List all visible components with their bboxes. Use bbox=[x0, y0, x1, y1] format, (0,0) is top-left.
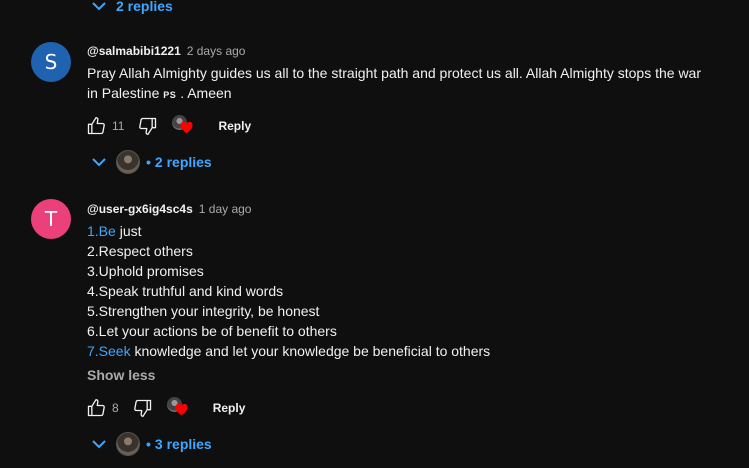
reply-button[interactable]: Reply bbox=[213, 401, 246, 415]
like-button[interactable] bbox=[84, 396, 108, 420]
creator-reply-avatar bbox=[116, 432, 140, 456]
comment-timestamp[interactable]: 2 days ago bbox=[187, 44, 246, 58]
dislike-icon bbox=[139, 117, 157, 135]
comment-line: in Palestine PS . Ameen bbox=[87, 85, 232, 101]
list-item: 6.Let your actions be of benefit to othe… bbox=[87, 323, 337, 339]
replies-toggle-top[interactable]: 2 replies bbox=[92, 0, 173, 14]
dislike-icon bbox=[133, 399, 151, 417]
separator-dot: • bbox=[146, 436, 151, 452]
comment-author[interactable]: @user-gx6ig4sc4s bbox=[87, 202, 193, 216]
comment-actions: 11 Reply bbox=[84, 114, 251, 138]
comment-text: Pray Allah Almighty guides us all to the… bbox=[87, 63, 701, 105]
dislike-button[interactable] bbox=[136, 114, 160, 138]
list-item: 3.Uphold promises bbox=[87, 263, 204, 279]
dislike-button[interactable] bbox=[131, 396, 155, 420]
like-count: 8 bbox=[112, 401, 119, 415]
like-icon bbox=[87, 117, 105, 135]
hashtag-link[interactable]: 7.Seek bbox=[87, 343, 131, 359]
like-icon bbox=[87, 399, 105, 417]
replies-count-label: 2 replies bbox=[154, 154, 212, 170]
chevron-down-icon bbox=[92, 440, 106, 449]
list-item: 4.Speak truthful and kind words bbox=[87, 283, 284, 299]
comment-text: 1.Be just 2.Respect others 3.Uphold prom… bbox=[87, 221, 490, 361]
creator-heart-icon bbox=[181, 122, 193, 134]
creator-heart-badge bbox=[172, 115, 194, 137]
replies-count-label: 2 replies bbox=[116, 0, 173, 14]
comment-header: @user-gx6ig4sc4s 1 day ago bbox=[87, 202, 251, 216]
chevron-down-icon bbox=[92, 158, 106, 167]
replies-toggle[interactable]: • 2 replies bbox=[92, 150, 212, 174]
creator-heart-badge bbox=[166, 397, 189, 419]
avatar[interactable]: S bbox=[31, 42, 71, 82]
palestine-flag-emoji: PS bbox=[163, 90, 177, 100]
comment-author[interactable]: @salmabibi1221 bbox=[87, 44, 181, 58]
comment-line: Pray Allah Almighty guides us all to the… bbox=[87, 65, 702, 81]
comment-actions: 8 Reply bbox=[84, 396, 245, 420]
like-count: 11 bbox=[112, 119, 125, 133]
comment-header: @salmabibi1221 2 days ago bbox=[87, 44, 245, 58]
like-button[interactable] bbox=[84, 114, 108, 138]
list-item: 1.Be just bbox=[87, 223, 142, 239]
reply-button[interactable]: Reply bbox=[218, 119, 251, 133]
replies-toggle[interactable]: • 3 replies bbox=[92, 432, 212, 456]
list-item: 7.Seek knowledge and let your knowledge … bbox=[87, 343, 491, 359]
list-item: 2.Respect others bbox=[87, 243, 193, 259]
replies-count-label: 3 replies bbox=[154, 436, 212, 452]
avatar[interactable]: T bbox=[31, 199, 71, 239]
creator-reply-avatar bbox=[116, 150, 140, 174]
hashtag-link[interactable]: 1.Be bbox=[87, 223, 116, 239]
show-less-button[interactable]: Show less bbox=[87, 367, 155, 383]
list-item: 5.Strengthen your integrity, be honest bbox=[87, 303, 320, 319]
creator-heart-icon bbox=[175, 404, 188, 416]
separator-dot: • bbox=[146, 154, 151, 170]
comment-timestamp[interactable]: 1 day ago bbox=[199, 202, 252, 216]
chevron-down-icon bbox=[92, 2, 106, 11]
